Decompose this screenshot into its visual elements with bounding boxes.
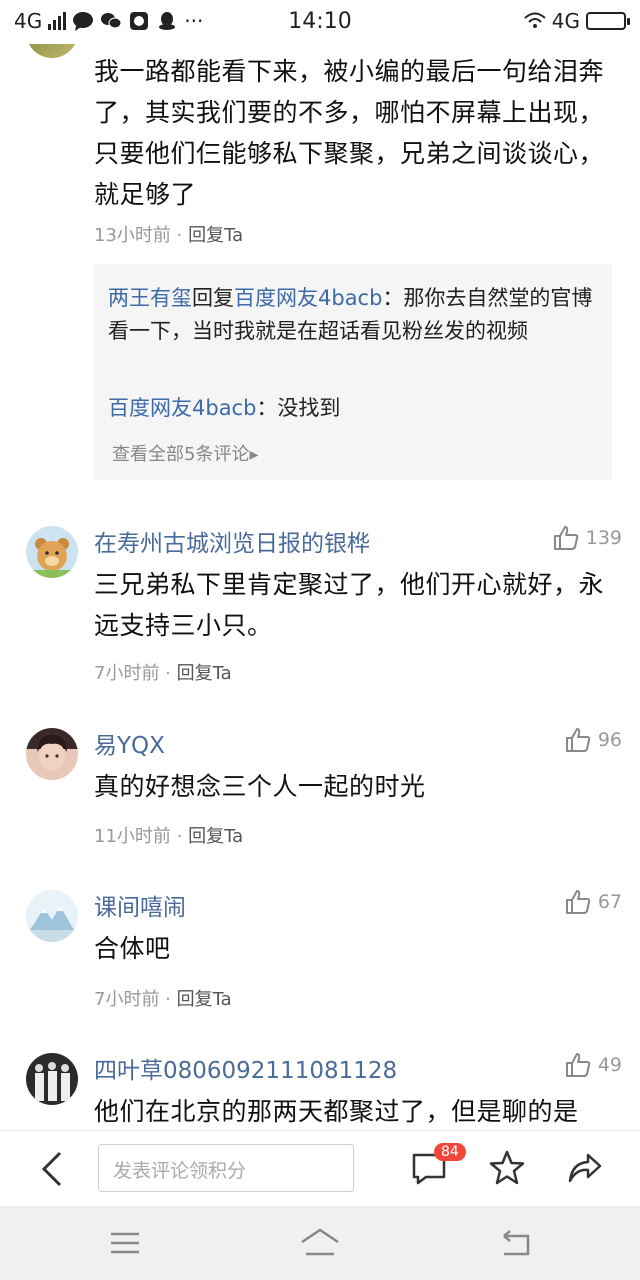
reply-item[interactable]: 两王有玺回复百度网友4bacb：那你去自然堂的官博看一下，当时我就是在超话看见粉… — [108, 282, 602, 348]
reply-target[interactable]: 百度网友4bacb — [234, 286, 382, 310]
comment-input[interactable]: 发表评论领积分 — [98, 1144, 354, 1192]
share-icon[interactable] — [566, 1149, 604, 1187]
like-button[interactable]: 67 — [564, 888, 622, 916]
avatar[interactable] — [26, 728, 78, 780]
reply-button[interactable]: 回复Ta — [177, 663, 232, 684]
thumbs-up-icon — [565, 890, 591, 914]
bear-avatar-icon — [26, 538, 78, 578]
comment-meta: 13小时前 · 回复Ta — [94, 225, 244, 246]
comment-text: 合体吧 — [94, 934, 171, 963]
thumbs-up-icon — [553, 526, 578, 550]
caret-right-icon: ▸ — [249, 444, 259, 465]
avatar[interactable] — [26, 44, 78, 58]
comment-text: 他们在北京的那两天都聚过了，但是聊的是 — [94, 1097, 579, 1126]
system-navigation-bar — [0, 1206, 640, 1280]
status-right: 4G — [524, 9, 630, 33]
battery-icon — [586, 12, 630, 30]
comment-username[interactable]: 四叶草0806092111081128 — [94, 1051, 397, 1085]
comment-time: 11小时前 — [94, 826, 171, 847]
like-button[interactable]: 96 — [564, 726, 622, 754]
like-count: 139 — [585, 527, 622, 549]
reply-text: ：没找到 — [256, 396, 341, 420]
reply-thread: 两王有玺回复百度网友4bacb：那你去自然堂的官博看一下，当时我就是在超话看见粉… — [94, 264, 612, 480]
comment-username[interactable]: 课间嘻闹 — [94, 888, 186, 922]
comment-time: 7小时前 — [94, 989, 160, 1010]
reply-button[interactable]: 回复Ta — [177, 989, 232, 1010]
back-arrow-icon[interactable] — [36, 1149, 70, 1189]
comments-list: 我一路都能看下来，被小编的最后一句给泪奔了，其实我们要的不多，哪怕不屏幕上出现，… — [0, 44, 640, 1130]
avatar[interactable] — [26, 890, 78, 942]
reply-button[interactable]: 回复Ta — [188, 225, 243, 246]
comment-time: 13小时前 — [94, 225, 171, 246]
reply-user[interactable]: 两王有玺 — [108, 286, 192, 310]
thumbs-up-icon — [565, 728, 591, 752]
star-icon[interactable] — [488, 1149, 526, 1187]
like-button[interactable]: 49 — [564, 1051, 622, 1079]
comment-count-badge: 84 — [434, 1143, 466, 1161]
thumbs-up-icon — [565, 1053, 591, 1077]
menu-icon[interactable] — [108, 1226, 142, 1260]
view-all-label: 查看全部5条评论 — [112, 444, 250, 465]
home-icon[interactable] — [298, 1226, 342, 1260]
reply-button[interactable]: 回复Ta — [188, 826, 243, 847]
reply-user[interactable]: 百度网友4bacb — [108, 396, 256, 420]
avatar[interactable] — [26, 1053, 78, 1105]
like-button[interactable]: 139 — [552, 524, 622, 552]
like-count: 96 — [597, 729, 622, 751]
mountain-avatar-icon — [26, 906, 78, 942]
comment-time: 7小时前 — [94, 663, 160, 684]
like-count: 49 — [597, 1054, 622, 1076]
comment-meta: 11小时前 · 回复Ta — [94, 826, 244, 847]
return-icon[interactable] — [498, 1226, 532, 1260]
comment-username[interactable]: 在寿州古城浏览日报的银桦 — [94, 524, 370, 558]
comment-meta: 7小时前 · 回复Ta — [94, 989, 232, 1010]
comment-action-bar: 发表评论领积分 84 — [0, 1130, 640, 1207]
reply-verb: 回复 — [192, 286, 234, 310]
like-count: 67 — [597, 891, 622, 913]
wifi-icon — [524, 12, 546, 28]
network-type-right: 4G — [551, 9, 580, 33]
comment-username[interactable]: 易YQX — [94, 726, 165, 760]
comment-text: 真的好想念三个人一起的时光 — [94, 772, 426, 801]
comment-text: 三兄弟私下里肯定聚过了，他们开心就好，永远支持三小只。 — [94, 570, 605, 640]
reply-item[interactable]: 百度网友4bacb：没找到 — [108, 392, 602, 425]
group-avatar-icon — [35, 1062, 70, 1101]
comment-meta: 7小时前 · 回复Ta — [94, 663, 232, 684]
status-bar: 4G ··· 14:10 4G — [0, 0, 640, 44]
view-all-replies-link[interactable]: 查看全部5条评论▸ — [112, 440, 259, 466]
comment-text: 我一路都能看下来，被小编的最后一句给泪奔了，其实我们要的不多，哪怕不屏幕上出现，… — [94, 57, 605, 209]
person-avatar-icon — [37, 734, 67, 771]
avatar[interactable] — [26, 526, 78, 578]
